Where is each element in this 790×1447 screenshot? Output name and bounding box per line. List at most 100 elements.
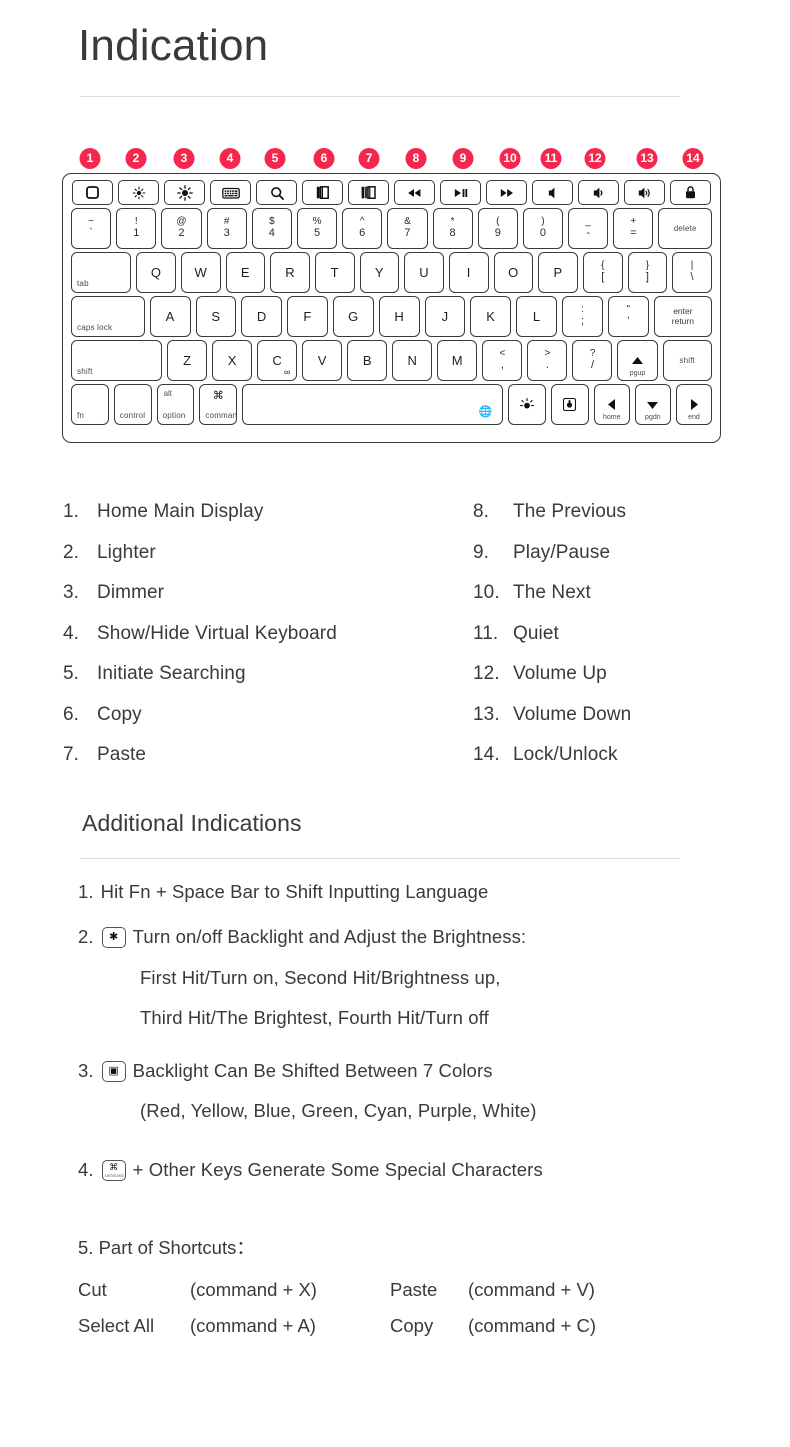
key-lower-legend: 5 [313,227,321,240]
key-t: T [315,252,355,293]
additional-item-2-text: Turn on/off Backlight and Adjust the Bri… [132,926,527,948]
additional-item-3-text: Backlight Can Be Shifted Between 7 Color… [132,1060,493,1082]
inline-command-key: ⌘ command [101,1160,126,1181]
option-key-label: option [162,411,186,420]
fn-key-label: fn [77,411,85,420]
callout-badge-3: 3 [173,148,195,169]
additional-divider [80,858,680,859]
key-letter-legend: O [508,265,519,280]
virtual-keyboard-key [210,180,251,205]
title-divider [80,96,680,97]
indication-item-label: Volume Down [513,703,632,725]
key-letter-legend: Y [374,265,385,280]
additional-item-2: 2. ✱ Turn on/off Backlight and Adjust th… [78,927,526,948]
key-upper-legend: ! [134,215,138,227]
indication-item-7: 7. Paste [63,735,463,776]
arrow-up-icon [631,356,643,365]
additional-item-3-line2: (Red, Yellow, Blue, Green, Cyan, Purple,… [140,1100,537,1121]
page-up-arrow-key: pgup [617,340,658,381]
arrow-right-icon [690,399,698,410]
shortcut-combo: (command + A) [190,1315,316,1336]
key-upper-legend: @ [176,215,187,227]
volume-down-key [578,180,619,205]
key-backslash: | \ [672,252,712,293]
callout-badge-13: 13 [636,148,658,169]
key-y: Y [359,252,400,293]
key-lower-legend: 2 [178,227,185,240]
indication-item-label: Volume Up [513,663,607,685]
key-lower-legend: 7 [404,227,411,240]
space-key: 🌐 [242,384,504,425]
additional-item-4-text: + Other Keys Generate Some Special Chara… [132,1159,543,1181]
indication-item-label: Lighter [97,541,156,563]
left-shift-key-label: shift [77,367,93,376]
key-i: I [448,252,489,293]
backlight-color-key [550,384,589,425]
shortcut-row: Select All (command + A) Copy (command + C) [78,1308,718,1344]
key-f: F [287,296,329,337]
key-bracket-left: {[ [582,252,623,293]
key-upper-legend: ^ [359,215,365,227]
key-lower-legend: - [586,227,590,240]
key-lower-legend: 8 [449,227,456,240]
inline-backlight-brightness-key: ✱ [101,927,126,948]
key-b: B [347,340,388,381]
key-comma: <, [482,340,523,381]
command-symbol-icon: ⌘ [212,390,224,402]
indication-item-number: 11. [473,622,499,644]
callout-badge-12: 12 [584,148,606,169]
keyboard-home-row: caps lock ASDFGHJKL :; " ' enter return [68,296,715,337]
brightness-up-key [164,180,205,205]
backlight-bulb-icon: ✱ [108,931,119,943]
key-upper-legend: { [601,259,605,271]
control-key: control [113,384,152,425]
key-letter-legend: K [486,309,496,324]
additional-item-4: 4. ⌘ command + Other Keys Generate Some … [78,1160,543,1181]
indication-item-14: 14. Lock/Unlock [473,735,773,776]
key-j: J [424,296,466,337]
indication-item-label: The Previous [513,501,627,523]
indication-item-number: 6. [63,703,80,725]
lock-icon [685,186,696,199]
key-lower-legend: ' [627,315,630,328]
keyboard-modifier-row: fn control alt option ⌘ command 🌐 [68,384,715,425]
mute-key [532,180,573,205]
key-letter-legend: X [227,353,237,368]
indication-item-12: 12. Volume Up [473,654,773,695]
shortcuts-heading: 5. Part of Shortcuts： [78,1234,255,1260]
key-letter-legend: J [441,309,449,324]
key-6: ^ 6 [342,208,383,249]
additional-indications-title: Additional Indications [82,810,302,836]
command-symbol-icon: ⌘ [109,1162,119,1172]
right-shift-key: shift [662,340,713,381]
play-pause-key [440,180,481,205]
callout-badge-2: 2 [125,148,147,169]
search-key [256,180,297,205]
keyboard-diagram: ~ `! 1 @2 #3 $4% 5 ^ 6 & 7 * 8(9) 0 _ - + = delete tab QW… [62,173,721,443]
previous-track-key [394,180,435,205]
key-letter-legend: I [466,265,471,280]
shortcuts-heading-number: 5. [78,1237,94,1258]
caps-lock-key-label: caps lock [77,323,113,332]
key-r: R [270,252,310,293]
caps-lock-key: caps lock [71,296,145,337]
option-key: alt option [156,384,195,425]
paste-icon [361,186,376,200]
key-4: $4 [251,208,292,249]
indication-item-label: Quiet [513,622,559,644]
key-letter-legend: E [240,265,251,280]
tab-key-label: tab [77,279,89,288]
indication-item-label: Lock/Unlock [513,744,618,766]
key-z: Z [167,340,208,381]
indication-item-number: 9. [473,541,490,563]
key--: _ - [568,208,609,249]
indication-list-left-column: 1. Home Main Display 2. Lighter 3. Dimmer 4. Sh… [63,492,463,776]
key-upper-legend: ~ [88,215,95,227]
key-backtick: ~ ` [71,208,112,249]
callout-badge-1: 1 [79,148,101,169]
callout-badge-11: 11 [540,148,562,169]
indication-item-3: 3. Dimmer [63,573,463,614]
key-upper-legend: $ [269,215,275,227]
keyboard-icon [221,187,240,199]
key-lower-legend: 4 [268,227,275,240]
